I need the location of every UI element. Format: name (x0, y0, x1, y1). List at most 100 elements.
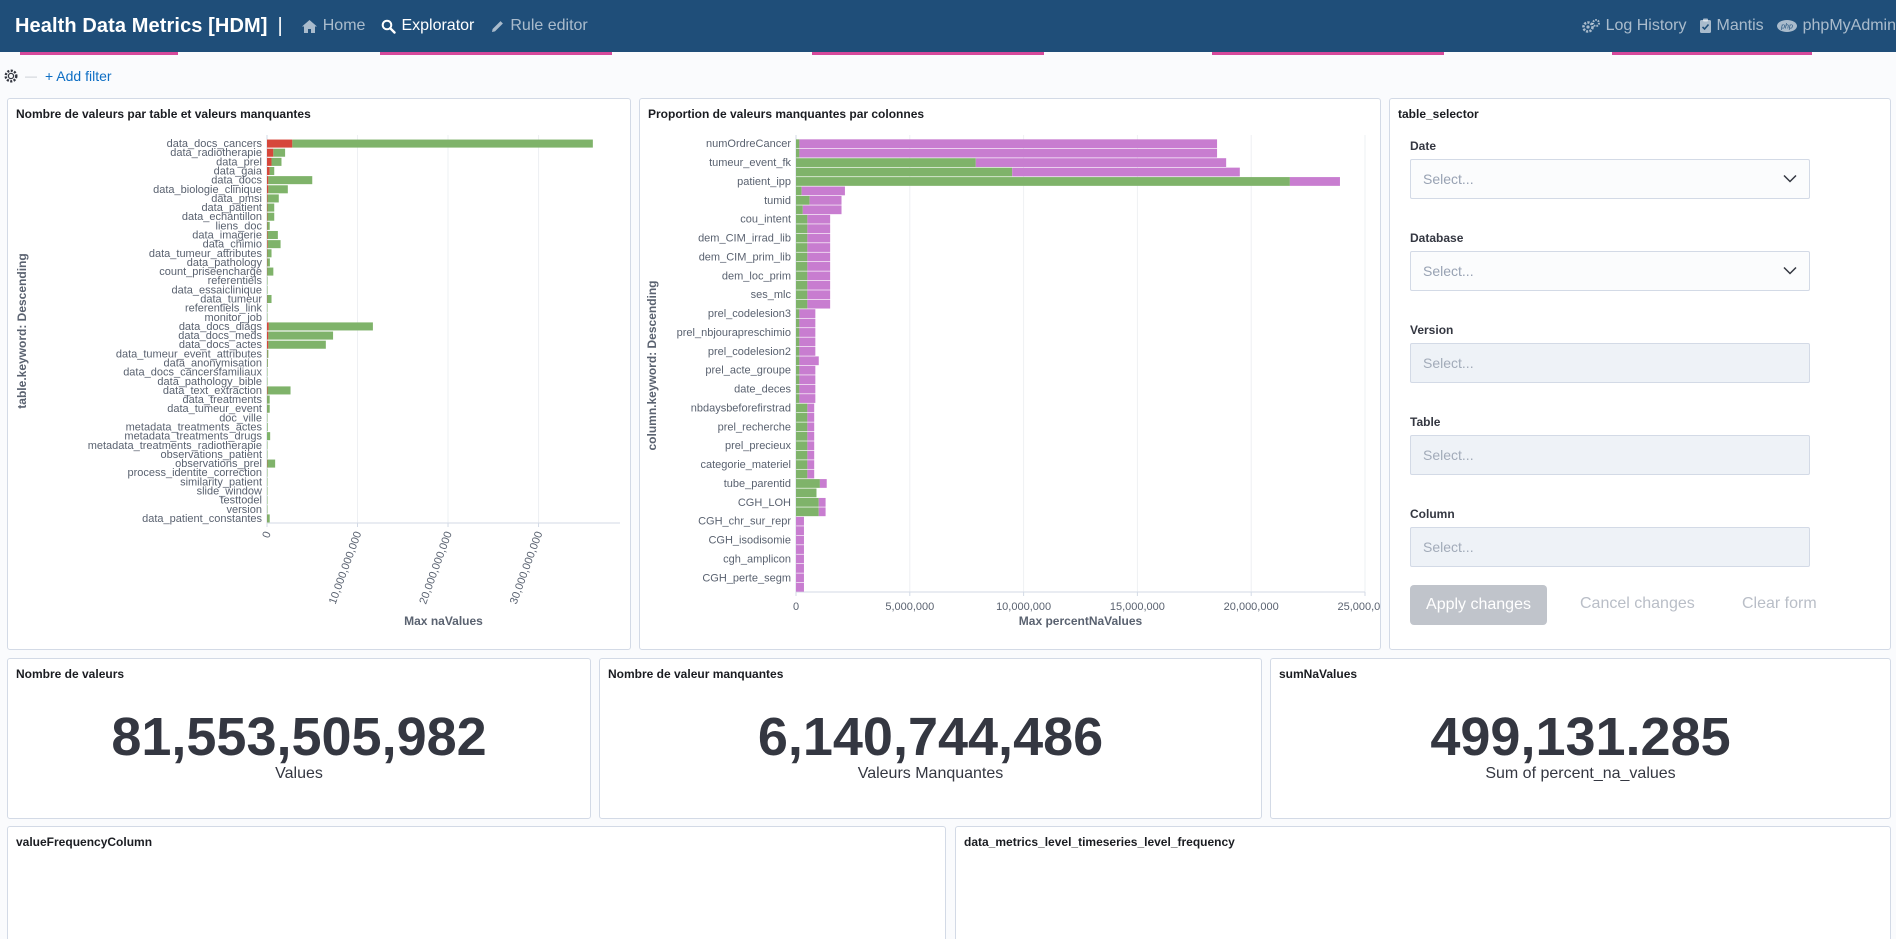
bar-segment[interactable] (802, 205, 842, 215)
bar-segment[interactable] (796, 205, 803, 215)
bar-segment[interactable] (796, 488, 817, 498)
bar-segment[interactable] (268, 331, 334, 340)
bar-segment[interactable] (807, 413, 815, 422)
nav-phpmyadmin[interactable]: php phpMyAdmin (1776, 17, 1896, 35)
bar-segment[interactable] (799, 384, 816, 394)
bar-segment[interactable] (796, 158, 976, 167)
bar-segment[interactable] (807, 224, 831, 234)
bar-segment[interactable] (796, 280, 808, 290)
bar-segment[interactable] (796, 516, 804, 526)
apply-changes-button[interactable]: Apply changes (1410, 585, 1547, 625)
bar-segment[interactable] (267, 194, 279, 203)
bar-segment[interactable] (267, 486, 268, 496)
bar-segment[interactable] (269, 166, 275, 176)
bar-segment[interactable] (818, 497, 826, 507)
bar-segment[interactable] (796, 290, 808, 300)
bar-segment[interactable] (267, 496, 268, 505)
bar-segment[interactable] (796, 233, 808, 243)
bar-segment[interactable] (799, 139, 1218, 149)
bar-segment[interactable] (267, 221, 270, 230)
nav-mantis[interactable]: Mantis (1699, 17, 1764, 35)
bar-segment[interactable] (796, 545, 804, 554)
bar-segment[interactable] (807, 431, 815, 441)
column-select[interactable]: Select... (1410, 527, 1810, 567)
bar-segment[interactable] (796, 384, 800, 394)
bar-segment[interactable] (796, 309, 800, 318)
bar-segment[interactable] (271, 157, 282, 166)
bar-segment[interactable] (1289, 177, 1340, 186)
bar-segment[interactable] (796, 460, 808, 469)
bar-segment[interactable] (796, 243, 808, 252)
bar-segment[interactable] (796, 394, 800, 403)
bar-segment[interactable] (267, 176, 269, 185)
bar-segment[interactable] (799, 337, 816, 347)
bar-segment[interactable] (809, 195, 842, 205)
bar-segment[interactable] (799, 375, 816, 385)
bar-segment[interactable] (807, 214, 831, 224)
bar-segment[interactable] (267, 276, 268, 285)
bar-segment[interactable] (267, 413, 268, 422)
bar-segment[interactable] (796, 214, 808, 224)
bar-segment[interactable] (267, 185, 269, 194)
version-select[interactable]: Select... (1410, 343, 1810, 383)
bar-segment[interactable] (267, 386, 291, 395)
bar-segment[interactable] (796, 271, 808, 281)
bar-segment[interactable] (796, 507, 819, 517)
bar-segment[interactable] (796, 564, 804, 573)
bar-segment[interactable] (807, 290, 831, 300)
clear-form-button[interactable]: Clear form (1742, 595, 1817, 613)
bar-segment[interactable] (796, 167, 1013, 177)
bar-segment[interactable] (796, 318, 800, 328)
bar-segment[interactable] (267, 194, 268, 203)
bar-segment[interactable] (807, 280, 831, 290)
bar-segment[interactable] (267, 505, 268, 514)
bar-segment[interactable] (796, 148, 800, 158)
bar-segment[interactable] (818, 507, 826, 517)
bar-segment[interactable] (267, 139, 293, 148)
gear-icon[interactable] (3, 68, 19, 84)
bar-segment[interactable] (267, 459, 276, 468)
bar-segment[interactable] (975, 158, 1227, 167)
bar-segment[interactable] (267, 157, 272, 166)
bar-segment[interactable] (267, 331, 269, 340)
bar-segment[interactable] (267, 386, 268, 395)
date-select[interactable]: Select... (1410, 159, 1810, 199)
bar-segment[interactable] (799, 394, 816, 403)
bar-segment[interactable] (796, 224, 808, 234)
brand-title[interactable]: Health Data Metrics [HDM] (15, 15, 268, 38)
bar-segment[interactable] (267, 249, 272, 258)
table-select[interactable]: Select... (1410, 435, 1810, 475)
bar-segment[interactable] (267, 468, 268, 477)
bar-segment[interactable] (796, 252, 808, 262)
bar-segment[interactable] (267, 240, 268, 249)
nav-explorator[interactable]: Explorator (381, 17, 474, 35)
bar-segment[interactable] (796, 356, 800, 366)
bar-segment[interactable] (267, 212, 275, 221)
bar-segment[interactable] (807, 460, 815, 469)
bar-segment[interactable] (807, 441, 815, 451)
bar-segment[interactable] (796, 469, 808, 479)
bar-segment[interactable] (799, 148, 1218, 158)
bar-segment[interactable] (267, 422, 268, 432)
bar-segment[interactable] (807, 403, 815, 413)
bar-segment[interactable] (796, 535, 804, 545)
bar-segment[interactable] (799, 346, 816, 356)
bar-segment[interactable] (267, 258, 270, 267)
bar-segment[interactable] (796, 413, 808, 422)
bar-segment[interactable] (796, 139, 800, 149)
bar-segment[interactable] (796, 365, 800, 375)
bar-segment[interactable] (796, 573, 804, 583)
bar-segment[interactable] (796, 497, 819, 507)
bar-segment[interactable] (796, 582, 804, 592)
bar-segment[interactable] (796, 403, 808, 413)
bar-segment[interactable] (267, 477, 268, 486)
bar-segment[interactable] (267, 285, 268, 294)
bar-segment[interactable] (799, 328, 816, 337)
bar-segment[interactable] (267, 313, 268, 322)
bar-segment[interactable] (273, 148, 286, 157)
bar-segment[interactable] (807, 422, 815, 432)
bar-segment[interactable] (807, 469, 815, 479)
bar-segment[interactable] (267, 203, 275, 212)
nav-rule-editor[interactable]: Rule editor (490, 17, 588, 35)
bar-segment[interactable] (796, 195, 810, 205)
